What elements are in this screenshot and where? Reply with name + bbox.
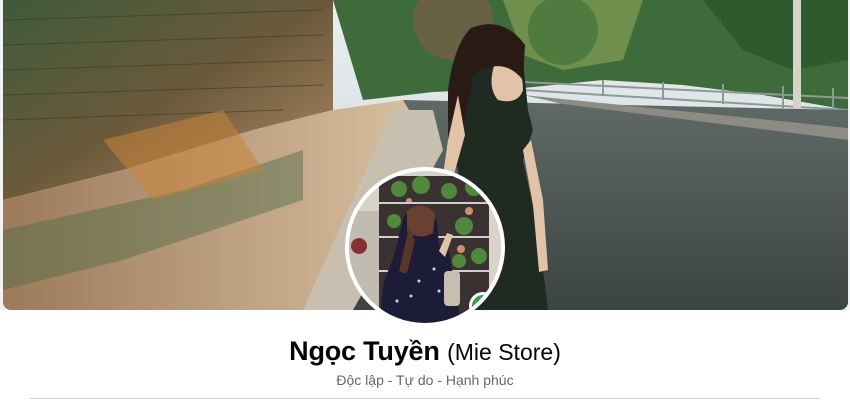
avatar[interactable]	[349, 171, 501, 323]
avatar-frame	[345, 167, 505, 327]
profile-bio: Độc lập - Tự do - Hạnh phúc	[336, 372, 514, 388]
profile-header: Ngọc Tuyền (Mie Store) Độc lập - Tự do -…	[0, 0, 850, 400]
profile-name: Ngọc Tuyền (Mie Store)	[0, 336, 850, 367]
alternate-name: (Mie Store)	[447, 339, 561, 365]
divider	[30, 398, 820, 399]
display-name: Ngọc Tuyền	[289, 336, 440, 366]
online-status-icon	[469, 292, 497, 320]
